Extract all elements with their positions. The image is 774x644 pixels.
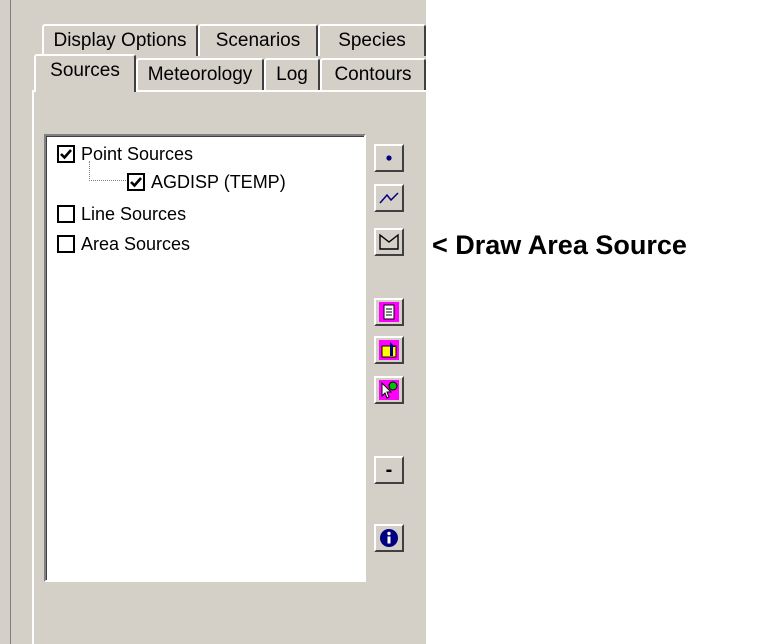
point-sources-checkbox[interactable] (57, 145, 75, 163)
select-button[interactable] (374, 376, 404, 404)
draw-area-source-annotation: < Draw Area Source (432, 230, 687, 260)
tree-item-agdisp[interactable]: AGDISP (TEMP) (127, 169, 286, 195)
tab-sources[interactable]: Sources (34, 54, 136, 92)
tab-meteorology[interactable]: Meteorology (136, 58, 264, 90)
draw-line-source-button[interactable] (374, 184, 404, 212)
tab-contours[interactable]: Contours (320, 58, 426, 90)
area-source-icon (379, 233, 399, 250)
info-button[interactable] (374, 524, 404, 552)
area-sources-checkbox[interactable] (57, 235, 75, 253)
tree-item-label: AGDISP (TEMP) (151, 171, 286, 192)
tree-item-label: Area Sources (81, 233, 191, 254)
source-tree-inner: Point Sources AGDISP (TEMP) Line Sources… (46, 136, 364, 580)
remove-button[interactable]: - (374, 456, 404, 484)
import-button[interactable] (374, 336, 404, 364)
panel-left-edge (0, 0, 11, 644)
agdisp-checkbox[interactable] (127, 173, 145, 191)
tab-scenarios[interactable]: Scenarios (198, 24, 318, 56)
tab-log[interactable]: Log (264, 58, 320, 90)
info-icon (380, 529, 398, 547)
point-source-icon (386, 155, 392, 161)
tree-item-label: Line Sources (81, 203, 187, 224)
select-icon (379, 380, 399, 400)
tab-display-options[interactable]: Display Options (42, 24, 198, 56)
tree-connector (89, 161, 126, 181)
import-icon (379, 340, 399, 360)
source-tree[interactable]: Point Sources AGDISP (TEMP) Line Sources… (44, 134, 366, 582)
properties-icon (379, 302, 399, 322)
line-source-icon (379, 192, 399, 204)
source-panel: Display Options Scenarios Species Source… (0, 0, 426, 644)
draw-area-source-button[interactable] (374, 228, 404, 256)
tree-item-area-sources[interactable]: Area Sources (57, 231, 190, 257)
line-sources-checkbox[interactable] (57, 205, 75, 223)
tree-item-line-sources[interactable]: Line Sources (57, 201, 186, 227)
draw-point-source-button[interactable] (374, 144, 404, 172)
properties-button[interactable] (374, 298, 404, 326)
remove-icon: - (385, 458, 393, 481)
tab-species[interactable]: Species (318, 24, 426, 56)
